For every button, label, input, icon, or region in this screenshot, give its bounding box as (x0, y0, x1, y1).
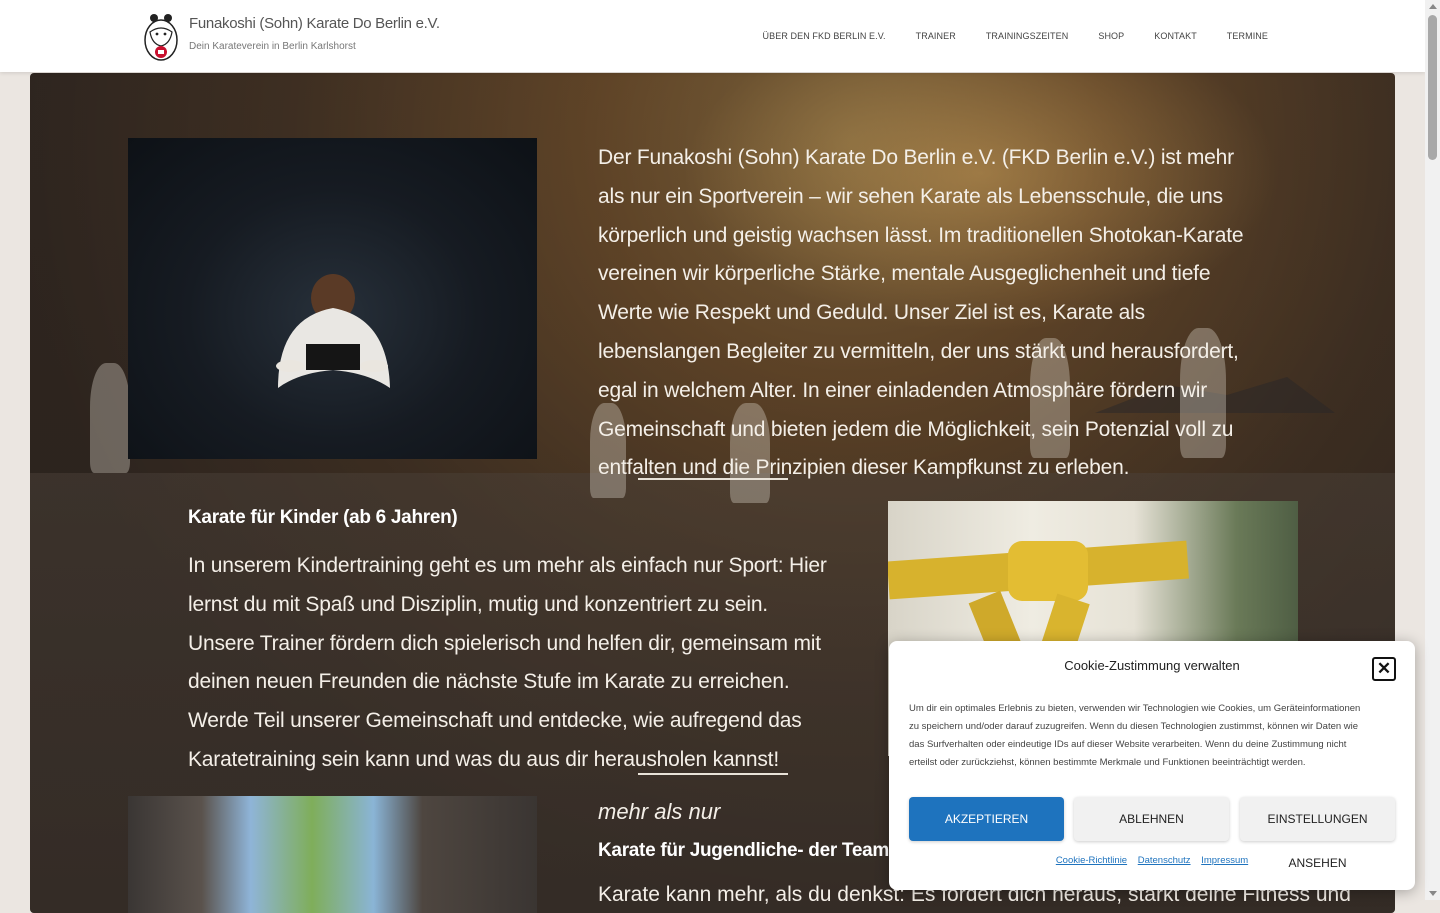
club-logo[interactable] (142, 10, 180, 62)
yellow-belt-knot (1008, 541, 1088, 601)
cookie-consent-dialog: Cookie-Zustimmung verwalten ✕ Um dir ein… (889, 641, 1415, 890)
cookie-dialog-title: Cookie-Zustimmung verwalten (1064, 658, 1240, 673)
kids-section-title: Karate für Kinder (ab 6 Jahren) (188, 507, 458, 528)
page-scrollbar[interactable] (1425, 0, 1440, 900)
youth-section-kicker: mehr als nur (598, 799, 721, 824)
cookie-settings-button[interactable]: Einstellungen ansehen (1240, 797, 1395, 870)
background-karateka (90, 363, 130, 473)
decline-cookies-button[interactable]: Ablehnen (1074, 797, 1229, 841)
cookie-dialog-links: Cookie-Richtlinie Datenschutz Impressum (889, 855, 1415, 866)
karateka-bowing-illustration (276, 274, 390, 388)
imprint-link[interactable]: Impressum (1201, 855, 1248, 866)
scroll-down-arrow-icon[interactable] (1429, 891, 1437, 896)
kids-section-text: In unserem Kindertraining geht es um meh… (188, 554, 827, 771)
image-rock-canyon (128, 796, 537, 913)
site-header: Funakoshi (Sohn) Karate Do Berlin e.V. D… (0, 0, 1425, 72)
nav-item-ueber[interactable]: Über den FKD Berlin e.V. (763, 31, 886, 41)
cookie-policy-link[interactable]: Cookie-Richtlinie (1056, 855, 1127, 866)
main-nav: Über den FKD Berlin e.V. Trainer Trainin… (763, 31, 1268, 41)
section-divider (638, 478, 788, 480)
site-title[interactable]: Funakoshi (Sohn) Karate Do Berlin e.V. (189, 15, 440, 32)
nav-item-trainingszeiten[interactable]: Trainingszeiten (986, 31, 1069, 41)
close-icon[interactable]: ✕ (1372, 657, 1396, 681)
accept-cookies-button[interactable]: Akzeptieren (909, 797, 1064, 841)
cookie-dialog-text: Um dir ein optimales Erlebnis zu bieten,… (909, 703, 1361, 768)
nav-item-shop[interactable]: Shop (1098, 31, 1124, 41)
nav-item-termine[interactable]: Termine (1227, 31, 1268, 41)
image-karateka-bowing (128, 138, 537, 459)
nav-item-trainer[interactable]: Trainer (916, 31, 956, 41)
intro-text: Der Funakoshi (Sohn) Karate Do Berlin e.… (598, 146, 1244, 480)
site-tagline: Dein Karateverein in Berlin Karlshorst (189, 41, 356, 52)
scroll-up-arrow-icon[interactable] (1429, 4, 1437, 9)
section-divider (638, 773, 788, 775)
nav-item-kontakt[interactable]: Kontakt (1154, 31, 1197, 41)
scrollbar-thumb[interactable] (1428, 15, 1437, 160)
privacy-link[interactable]: Datenschutz (1138, 855, 1191, 866)
